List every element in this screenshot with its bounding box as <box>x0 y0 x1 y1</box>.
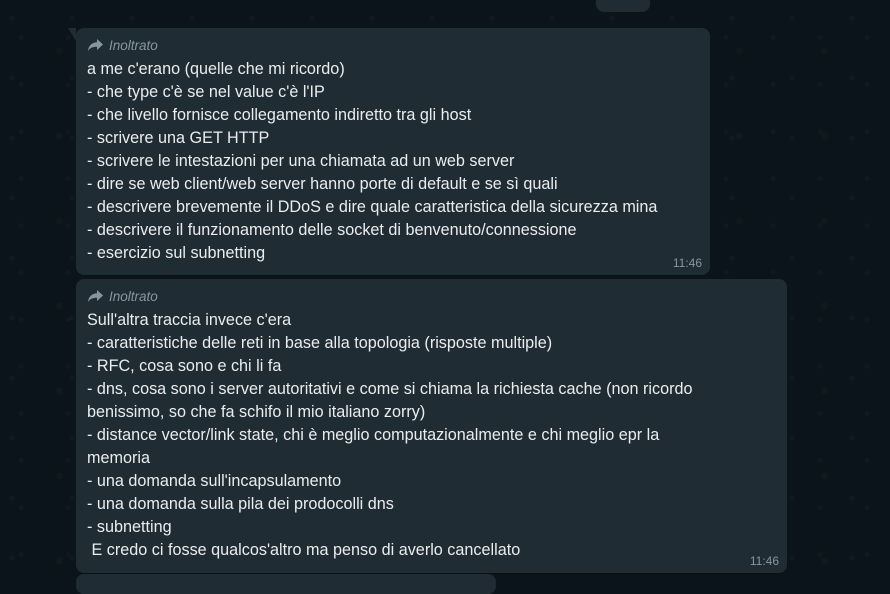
previous-message-bubble[interactable] <box>596 0 650 12</box>
message-line: - descrivere brevemente il DDoS e dire q… <box>87 198 658 216</box>
forward-arrow-icon <box>87 38 104 52</box>
message-line: a me c'erano (quelle che mi ricordo) <box>87 60 345 78</box>
message-line: - distance vector/link state, chi è megl… <box>87 426 660 444</box>
message-text: a me c'erano (quelle che mi ricordo) - c… <box>87 58 701 265</box>
message-line: - che type c'è se nel value c'è l'IP <box>87 83 325 101</box>
forwarded-indicator: Inoltrato <box>87 35 701 55</box>
message-time: 11:46 <box>749 554 779 568</box>
message-line: - RFC, cosa sono e chi li fa <box>87 357 282 375</box>
forwarded-indicator: Inoltrato <box>87 286 778 306</box>
message-line: E credo ci fosse qualcos'altro ma penso … <box>87 541 521 559</box>
message-line: memoria <box>87 449 150 467</box>
message-text: Sull'altra traccia invece c'era - caratt… <box>87 309 778 562</box>
message-line: Sull'altra traccia invece c'era <box>87 311 292 329</box>
next-message-bubble[interactable] <box>76 574 496 594</box>
message-line: - una domanda sulla pila dei prodocolli … <box>87 495 394 513</box>
message-line: - dire se web client/web server hanno po… <box>87 175 558 193</box>
message-bubble[interactable]: Inoltrato a me c'erano (quelle che mi ri… <box>68 28 710 275</box>
message-line: - descrivere il funzionamento delle sock… <box>87 221 577 239</box>
message-line: benissimo, so che fa schifo il mio itali… <box>87 403 426 421</box>
message-time: 11:46 <box>672 256 702 270</box>
message-line: - esercizio sul subnetting <box>87 244 266 262</box>
chat-area: Inoltrato a me c'erano (quelle che mi ri… <box>0 0 890 594</box>
message-line: - subnetting <box>87 518 172 536</box>
message-bubble[interactable]: Inoltrato Sull'altra traccia invece c'er… <box>76 279 787 573</box>
message-line: - che livello fornisce collegamento indi… <box>87 106 472 124</box>
message-line: - caratteristiche delle reti in base all… <box>87 334 553 352</box>
message-line: - una domanda sull'incapsulamento <box>87 472 342 490</box>
message-line: - scrivere le intestazioni per una chiam… <box>87 152 515 170</box>
message-line: - dns, cosa sono i server autoritativi e… <box>87 380 693 398</box>
message-line: - scrivere una GET HTTP <box>87 129 270 147</box>
forwarded-label: Inoltrato <box>109 37 158 53</box>
forward-arrow-icon <box>87 289 104 303</box>
forwarded-label: Inoltrato <box>109 288 158 304</box>
